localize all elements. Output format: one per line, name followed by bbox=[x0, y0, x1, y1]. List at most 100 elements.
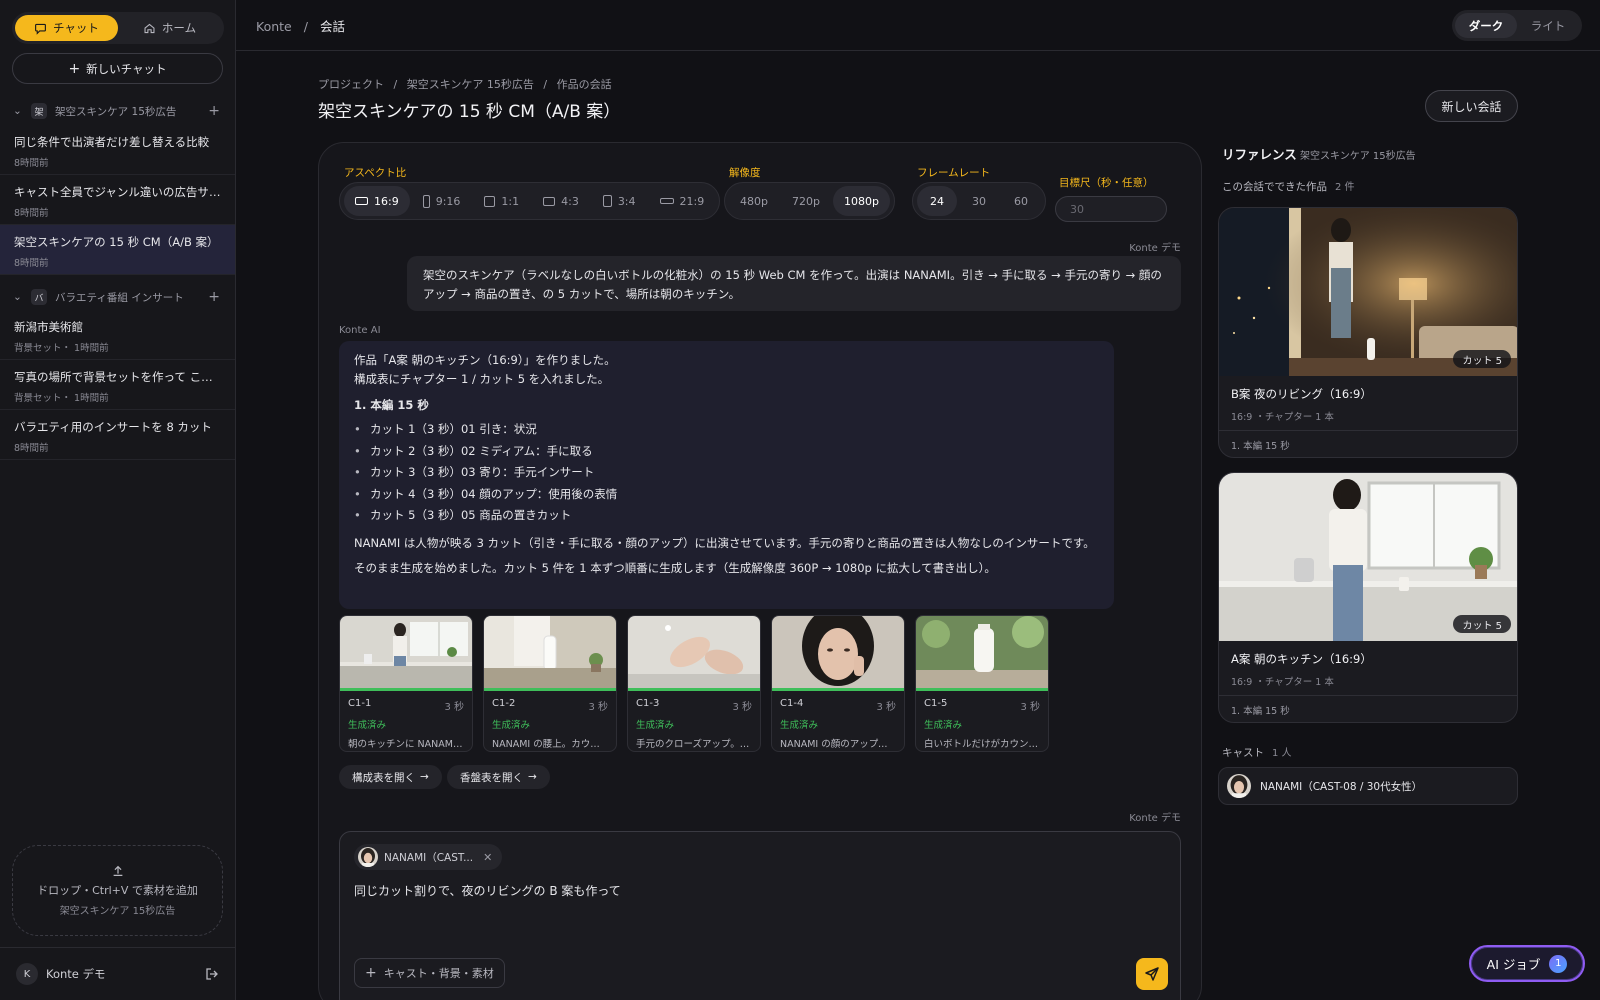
cut-duration: 3 秒 bbox=[876, 702, 896, 713]
new-chat-label: 新しいチャット bbox=[86, 61, 167, 76]
status-badge: 生成済み bbox=[924, 720, 963, 731]
portrait-icon bbox=[602, 195, 612, 207]
work-title: B案 夜のリビング（16:9） bbox=[1231, 387, 1372, 401]
aspect-option-3-4[interactable]: 3:4 bbox=[592, 186, 647, 216]
framerate-option-selected[interactable]: 24 bbox=[917, 186, 957, 216]
theme-dark[interactable]: ダーク bbox=[1455, 13, 1517, 38]
work-title: A案 朝のキッチン（16:9） bbox=[1231, 652, 1372, 666]
cut-image bbox=[628, 616, 760, 688]
add-chat-icon[interactable]: + bbox=[208, 103, 220, 119]
aspect-option-16-9[interactable]: 16:9 bbox=[344, 186, 410, 216]
send-icon bbox=[1145, 967, 1159, 981]
reference-title: リファレンス bbox=[1222, 147, 1297, 162]
aspect-option-4-3[interactable]: 4:3 bbox=[532, 186, 590, 216]
composer-text[interactable]: 同じカット割りで、夜のリビングの B 案も作って bbox=[354, 882, 621, 899]
chat-item[interactable]: 写真の場所で背景セットを作って これを使って 背景セット・ 1時間前 bbox=[0, 360, 235, 410]
works-count: 2 件 bbox=[1335, 182, 1355, 193]
theme-toggle: ダーク ライト bbox=[1452, 10, 1582, 41]
breadcrumb-app[interactable]: Konte bbox=[256, 19, 292, 34]
cut-thumbnail[interactable]: C1-3 3 秒 生成済み 手元のクローズアップ。化粧水を手に取る bbox=[627, 615, 761, 752]
target-duration-input[interactable] bbox=[1055, 196, 1167, 222]
aspect-option-9-16[interactable]: 9:16 bbox=[412, 186, 472, 216]
cut-description: 朝のキッチンに NANAMI が立つ引きの状況カット bbox=[348, 739, 464, 750]
send-button[interactable] bbox=[1136, 958, 1168, 990]
cut-image bbox=[916, 616, 1048, 688]
breadcrumb: Konte / 会話 bbox=[256, 16, 345, 35]
open-schedule-label: 香盤表を開く bbox=[460, 771, 523, 784]
add-chat-icon[interactable]: + bbox=[208, 289, 220, 305]
plus-icon: + bbox=[68, 60, 81, 77]
chat-item[interactable]: 同じ条件で出演者だけ差し替える比較 8時間前 bbox=[0, 125, 235, 175]
list-item: カット 3（3 秒）03 寄り：手元インサート bbox=[354, 462, 1099, 484]
cut-thumbnail[interactable]: C1-5 3 秒 生成済み 白いボトルだけがカウンターに置かれる bbox=[915, 615, 1049, 752]
open-storyboard-button[interactable]: 構成表を開く → bbox=[339, 765, 442, 789]
cut-thumbnail[interactable]: C1-4 3 秒 生成済み NANAMI の顔のアップ。使用後の表情 bbox=[771, 615, 905, 752]
status-badge: 生成済み bbox=[492, 720, 531, 731]
framerate-label: フレームレート bbox=[917, 167, 991, 179]
upload-dropzone[interactable]: ドロップ・Ctrl+V で素材を追加 架空スキンケア 15秒広告 bbox=[12, 845, 223, 936]
project-name: バラエティ番組 インサート bbox=[55, 291, 184, 304]
cast-label-text: キャスト bbox=[1222, 747, 1264, 759]
chat-item-active[interactable]: 架空スキンケアの 15 秒 CM（A/B 案） 8時間前 bbox=[0, 225, 235, 275]
resolution-option[interactable]: 480p bbox=[729, 186, 779, 216]
add-attachment-button[interactable]: + キャスト・背景・素材 bbox=[354, 958, 505, 988]
chat-item[interactable]: キャスト全員でジャンル違いの広告サンプル 8時間前 bbox=[0, 175, 235, 225]
cut-description: NANAMI の腰上。カウンターのボトルを手に取る bbox=[492, 739, 608, 750]
work-card[interactable]: カット 5 B案 夜のリビング（16:9） 16:9 ・チャプター 1 本 1.… bbox=[1218, 207, 1518, 458]
new-conversation-button[interactable]: 新しい会話 bbox=[1425, 90, 1518, 122]
work-card[interactable]: カット 5 A案 朝のキッチン（16:9） 16:9 ・チャプター 1 本 1.… bbox=[1218, 472, 1518, 723]
cast-chip[interactable]: NANAMI（CAST... ✕ bbox=[354, 844, 503, 870]
landscape-icon bbox=[543, 196, 556, 206]
user-message-label: Konte デモ bbox=[1129, 243, 1181, 254]
chat-item[interactable]: バラエティ用のインサートを 8 カット 8時間前 bbox=[0, 410, 235, 460]
open-schedule-button[interactable]: 香盤表を開く → bbox=[447, 765, 550, 789]
chat-item[interactable]: 新潟市美術館 背景セット・ 1時間前 bbox=[0, 310, 235, 360]
page-breadcrumb-item[interactable]: プロジェクト bbox=[318, 78, 384, 91]
chat-item-time: 背景セット・ 1時間前 bbox=[14, 343, 109, 354]
home-icon bbox=[144, 23, 155, 33]
message-composer[interactable]: NANAMI（CAST... ✕ 同じカット割りで、夜のリビングの B 案も作っ… bbox=[339, 831, 1181, 1000]
aspect-option-1-1[interactable]: 1:1 bbox=[473, 186, 530, 216]
cut-id: C1-3 bbox=[636, 698, 660, 709]
chat-item-title: 架空スキンケアの 15 秒 CM（A/B 案） bbox=[14, 235, 219, 249]
cut-duration: 3 秒 bbox=[444, 702, 464, 713]
open-storyboard-label: 構成表を開く bbox=[352, 771, 415, 784]
project-group-variety[interactable]: ⌄ バ バラエティ番組 インサート + bbox=[0, 286, 236, 308]
chat-item-time: 8時間前 bbox=[14, 208, 49, 219]
ai-job-button[interactable]: AI ジョブ 1 bbox=[1469, 945, 1585, 982]
cast-label: キャスト 1 人 bbox=[1222, 744, 1292, 760]
cast-name: NANAMI（CAST-08 / 30代女性） bbox=[1260, 780, 1423, 793]
ai-message: 作品「A案 朝のキッチン（16:9）」を作りました。 構成表にチャプター 1 /… bbox=[339, 341, 1114, 609]
chat-item-time: 8時間前 bbox=[14, 258, 49, 269]
cast-card[interactable]: NANAMI（CAST-08 / 30代女性） bbox=[1218, 767, 1518, 805]
dropzone-project: 架空スキンケア 15秒広告 bbox=[59, 906, 176, 917]
tab-chat[interactable]: チャット bbox=[15, 15, 118, 41]
arrow-right-icon: → bbox=[528, 771, 537, 783]
cut-count-badge: カット 5 bbox=[1453, 350, 1511, 368]
close-icon[interactable]: ✕ bbox=[483, 851, 492, 864]
new-chat-button[interactable]: + 新しいチャット bbox=[12, 53, 223, 84]
tab-home[interactable]: ホーム bbox=[118, 15, 221, 41]
aspect-option-21-9[interactable]: 21:9 bbox=[649, 186, 716, 216]
ai-line: 構成表にチャプター 1 / カット 5 を入れました。 bbox=[354, 372, 610, 386]
page-breadcrumb-item[interactable]: 架空スキンケア 15秒広告 bbox=[407, 78, 534, 91]
resolution-label: 解像度 bbox=[729, 167, 761, 179]
breadcrumb-separator: / bbox=[303, 18, 308, 34]
framerate-option[interactable]: 60 bbox=[1001, 186, 1041, 216]
cut-thumbnail[interactable]: C1-2 3 秒 生成済み NANAMI の腰上。カウンターのボトルを手に取る bbox=[483, 615, 617, 752]
resolution-option[interactable]: 720p bbox=[781, 186, 831, 216]
dropzone-title: ドロップ・Ctrl+V で素材を追加 bbox=[37, 884, 198, 897]
cut-thumbnail[interactable]: C1-1 3 秒 生成済み 朝のキッチンに NANAMI が立つ引きの状況カット bbox=[339, 615, 473, 752]
ai-paragraph: NANAMI は人物が映る 3 カット（引き・手に取る・顔のアップ）に出演させて… bbox=[354, 535, 1095, 550]
page-breadcrumb: プロジェクト / 架空スキンケア 15秒広告 / 作品の会話 bbox=[318, 76, 612, 92]
chat-item-time: 8時間前 bbox=[14, 443, 49, 454]
resolution-option-selected[interactable]: 1080p bbox=[832, 186, 890, 216]
logout-icon[interactable] bbox=[204, 966, 220, 982]
project-group-skincare[interactable]: ⌄ 架 架空スキンケア 15秒広告 + bbox=[0, 100, 236, 122]
add-attachment-label: キャスト・背景・素材 bbox=[383, 967, 494, 980]
cut-id: C1-5 bbox=[924, 698, 948, 709]
aspect-label: アスペクト比 bbox=[344, 167, 407, 179]
chat-item-title: 同じ条件で出演者だけ差し替える比較 bbox=[14, 135, 210, 149]
framerate-option[interactable]: 30 bbox=[959, 186, 999, 216]
theme-light[interactable]: ライト bbox=[1517, 13, 1579, 38]
